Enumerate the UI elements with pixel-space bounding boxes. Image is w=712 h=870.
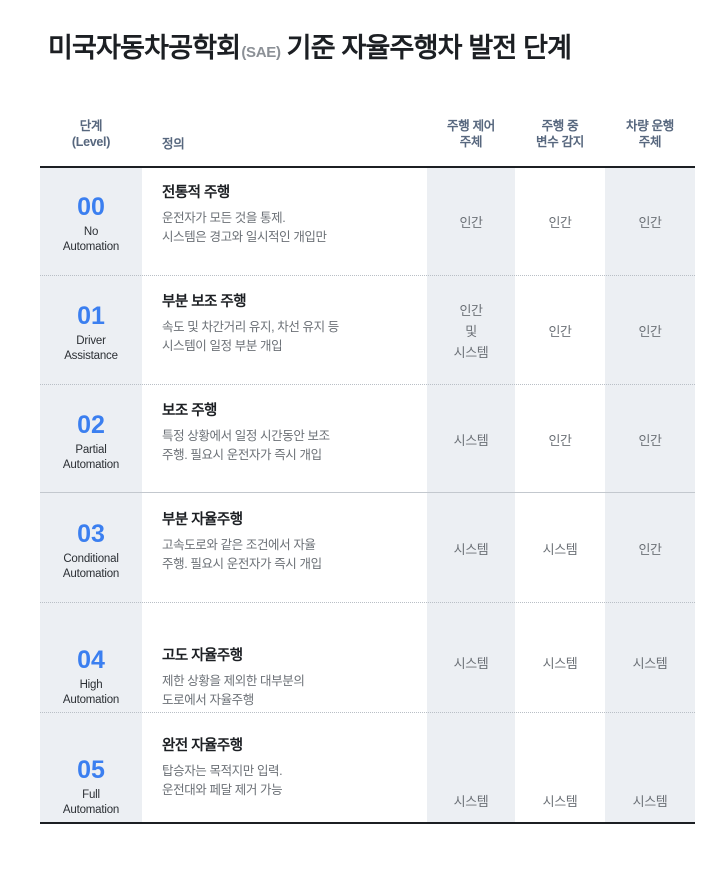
column-header-operation-subject: 차량 운행 주체	[626, 119, 674, 149]
row-divider-1	[40, 384, 695, 385]
level-number: 00	[77, 193, 105, 221]
definition-title: 부분 자율주행	[162, 512, 243, 528]
column-header-level: 단계 (Level)	[71, 119, 111, 149]
row-divider-0	[40, 275, 695, 276]
cell-variable-detection: 인간	[548, 433, 572, 448]
cell-definition: 부분 보조 주행 속도 및 차간거리 유지, 차선 유지 등 시스템이 일정 부…	[162, 292, 412, 356]
definition-body: 고속도로와 같은 조건에서 자율 주행. 필요시 운전자가 즉시 개입	[162, 538, 322, 571]
cell-definition: 보조 주행 특정 상황에서 일정 시간동안 보조 주행. 필요시 운전자가 즉시…	[162, 401, 412, 465]
cell-control-subject: 인간 및 시스템	[453, 303, 489, 360]
definition-title: 전통적 주행	[162, 185, 230, 201]
column-shade-control-subject	[427, 166, 515, 822]
cell-definition: 완전 자율주행 탑승자는 목적지만 입력. 운전대와 페달 제거 가능	[162, 736, 412, 800]
table-top-border	[40, 166, 695, 168]
level-name-en: Full Automation	[62, 789, 120, 816]
cell-operation-subject: 인간	[638, 215, 662, 230]
cell-variable-detection: 시스템	[542, 656, 578, 671]
row-divider-2	[40, 492, 695, 493]
cell-definition: 부분 자율주행 고속도로와 같은 조건에서 자율 주행. 필요시 운전자가 즉시…	[162, 510, 412, 574]
definition-body: 특정 상황에서 일정 시간동안 보조 주행. 필요시 운전자가 즉시 개입	[162, 429, 330, 462]
definition-body: 속도 및 차간거리 유지, 차선 유지 등 시스템이 일정 부분 개입	[162, 320, 339, 353]
level-name-en: Conditional Automation	[62, 553, 120, 580]
cell-operation-subject: 인간	[638, 542, 662, 557]
cell-definition: 고도 자율주행 제한 상황을 제외한 대부분의 도로에서 자율주행	[162, 646, 412, 710]
definition-title: 고도 자율주행	[162, 648, 243, 664]
definition-title: 부분 보조 주행	[162, 294, 247, 310]
level-number: 05	[77, 756, 105, 784]
cell-variable-detection: 인간	[548, 324, 572, 339]
level-number: 02	[77, 411, 105, 439]
table-bottom-border	[40, 822, 695, 824]
level-name-en: High Automation	[62, 679, 120, 706]
cell-control-subject: 인간	[459, 215, 483, 230]
cell-level: 01 Driver Assistance	[40, 301, 142, 364]
level-number: 03	[77, 520, 105, 548]
cell-operation-subject: 시스템	[632, 794, 668, 809]
level-name-en: No Automation	[62, 226, 120, 253]
definition-body: 운전자가 모든 것을 통제. 시스템은 경고와 일시적인 개입만	[162, 211, 327, 244]
cell-control-subject: 시스템	[453, 542, 489, 557]
column-shade-operation-subject	[605, 166, 695, 822]
cell-operation-subject: 인간	[638, 324, 662, 339]
cell-control-subject: 시스템	[453, 433, 489, 448]
cell-control-subject: 시스템	[453, 794, 489, 809]
column-header-variable-detection: 주행 중 변수 감지	[536, 119, 584, 149]
cell-control-subject: 시스템	[453, 656, 489, 671]
cell-level: 02 Partial Automation	[40, 410, 142, 473]
row-divider-3	[40, 602, 695, 603]
cell-variable-detection: 시스템	[542, 794, 578, 809]
sae-levels-table: 단계 (Level) 정의 주행 제어 주체 주행 중 변수 감지 차량 운행 …	[0, 0, 712, 870]
infographic-page: 미국자동차공학회 (SAE) 기준 자율주행차 발전 단계 단계 (Level)…	[0, 0, 712, 870]
definition-body: 제한 상황을 제외한 대부분의 도로에서 자율주행	[162, 674, 305, 707]
cell-definition: 전통적 주행 운전자가 모든 것을 통제. 시스템은 경고와 일시적인 개입만	[162, 183, 412, 247]
cell-level: 03 Conditional Automation	[40, 519, 142, 582]
cell-variable-detection: 시스템	[542, 542, 578, 557]
cell-level: 05 Full Automation	[40, 755, 142, 818]
level-name-en: Partial Automation	[62, 444, 120, 471]
level-number: 01	[77, 302, 105, 330]
cell-operation-subject: 시스템	[632, 656, 668, 671]
cell-operation-subject: 인간	[638, 433, 662, 448]
definition-body: 탑승자는 목적지만 입력. 운전대와 페달 제거 가능	[162, 764, 283, 797]
cell-level: 04 High Automation	[40, 645, 142, 708]
definition-title: 보조 주행	[162, 403, 217, 419]
cell-level: 00 No Automation	[40, 192, 142, 255]
definition-title: 완전 자율주행	[162, 738, 243, 754]
column-header-control-subject: 주행 제어 주체	[447, 119, 495, 149]
row-divider-4	[40, 712, 695, 713]
column-shade-level	[40, 166, 142, 822]
column-header-definition: 정의	[162, 137, 185, 151]
cell-variable-detection: 인간	[548, 215, 572, 230]
level-name-en: Driver Assistance	[64, 335, 118, 362]
level-number: 04	[77, 646, 105, 674]
